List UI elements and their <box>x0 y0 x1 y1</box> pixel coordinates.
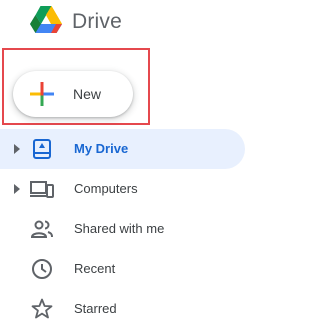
sidebar-item-recent[interactable]: Recent <box>0 249 245 289</box>
app-title: Drive <box>72 10 123 33</box>
new-button[interactable]: New <box>13 71 133 117</box>
sidebar-item-my-drive[interactable]: My Drive <box>0 129 245 169</box>
sidebar-item-label: My Drive <box>74 141 129 156</box>
computers-icon <box>30 181 54 198</box>
new-button-label: New <box>73 86 102 102</box>
shared-with-me-icon <box>30 220 53 238</box>
sidebar-item-shared-with-me[interactable]: Shared with me <box>0 209 245 249</box>
caret-right-icon[interactable] <box>13 184 21 194</box>
sidebar-item-label: Computers <box>74 181 138 196</box>
my-drive-icon <box>33 139 51 159</box>
header: Drive <box>0 0 258 40</box>
caret-right-icon[interactable] <box>13 144 21 154</box>
sidebar-item-label: Shared with me <box>74 221 165 236</box>
clock-icon <box>32 259 52 279</box>
star-icon <box>31 298 53 319</box>
sidebar-item-label: Starred <box>74 301 117 316</box>
plus-icon <box>30 82 54 106</box>
sidebar-item-label: Recent <box>74 261 116 276</box>
sidebar-item-computers[interactable]: Computers <box>0 169 245 209</box>
sidebar-item-starred[interactable]: Starred <box>0 289 245 329</box>
google-drive-logo[interactable] <box>30 6 62 34</box>
